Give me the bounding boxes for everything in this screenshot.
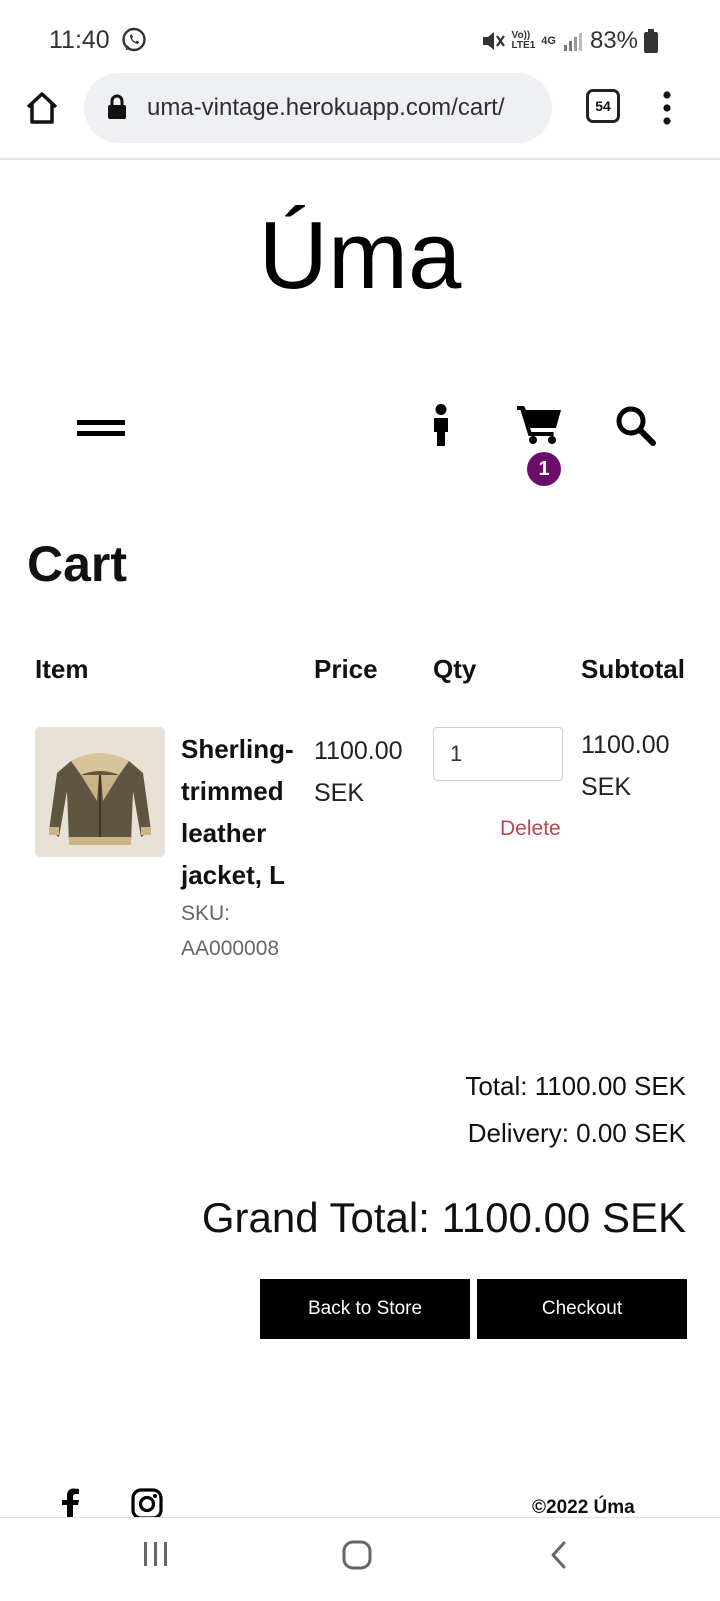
quantity-input[interactable] xyxy=(433,727,563,781)
column-header-subtotal: Subtotal xyxy=(581,654,685,684)
cart-count: 1 xyxy=(538,457,550,480)
item-price: 1100.00 SEK xyxy=(314,737,403,807)
back-to-store-button[interactable]: Back to Store xyxy=(260,1279,470,1339)
cart-delivery: Delivery: 0.00 SEK xyxy=(467,1118,686,1148)
hamburger-icon[interactable] xyxy=(77,420,125,440)
mute-icon xyxy=(482,32,505,50)
site-logo[interactable]: Úma xyxy=(0,208,720,304)
tabs-count: 54 xyxy=(595,98,611,114)
user-icon[interactable] xyxy=(430,404,452,446)
more-icon[interactable] xyxy=(662,90,672,126)
url-text[interactable]: uma-vintage.herokuapp.com/cart/ xyxy=(147,94,505,122)
sku-label: SKU: xyxy=(181,902,231,925)
lock-icon[interactable] xyxy=(106,94,128,120)
checkout-button[interactable]: Checkout xyxy=(477,1279,687,1339)
home-nav-icon[interactable] xyxy=(342,1540,372,1570)
column-header-item: Item xyxy=(35,654,89,684)
copyright-text: ©2022 Úma xyxy=(532,1497,635,1518)
status-icons: Vo)) LTE1 4G 83% xyxy=(480,26,658,56)
instagram-icon[interactable] xyxy=(131,1488,163,1520)
browser-toolbar: uma-vintage.herokuapp.com/cart/ 54 xyxy=(0,70,720,160)
cart-icon[interactable] xyxy=(517,403,563,445)
back-to-store-label: Back to Store xyxy=(307,1298,423,1319)
product-name-link[interactable]: Sherling-trimmed leather jacket, L xyxy=(181,728,306,896)
battery-icon xyxy=(644,29,658,53)
status-time: 11:40 xyxy=(49,26,110,54)
cart-total: Total: 1100.00 SEK xyxy=(465,1071,686,1101)
recents-icon[interactable] xyxy=(142,1540,170,1568)
status-bar: 11:40 Vo)) LTE1 4G 83% xyxy=(0,0,720,70)
checkout-label: Checkout xyxy=(541,1298,623,1319)
sku-value: AA000008 xyxy=(181,937,280,960)
page-title: Cart xyxy=(27,536,128,592)
tabs-button[interactable]: 54 xyxy=(586,89,620,123)
product-image[interactable] xyxy=(35,727,165,857)
jacket-image xyxy=(35,727,165,857)
signal-icon xyxy=(563,33,582,51)
search-icon[interactable] xyxy=(614,404,656,446)
delete-link[interactable]: Delete xyxy=(500,817,561,841)
cart-count-badge[interactable]: 1 xyxy=(527,452,561,486)
column-header-price: Price xyxy=(314,654,378,684)
column-header-qty: Qty xyxy=(433,654,477,684)
item-subtotal: 1100.00 SEK xyxy=(581,731,670,801)
product-sku: SKU: AA000008 xyxy=(181,896,306,966)
battery-percent: 83% xyxy=(589,27,638,54)
back-icon[interactable] xyxy=(548,1540,568,1570)
cart-grand-total: Grand Total: 1100.00 SEK xyxy=(201,1194,686,1241)
whatsapp-icon xyxy=(122,27,146,52)
home-icon[interactable] xyxy=(22,88,62,128)
4g-icon: 4G xyxy=(541,35,556,47)
volte-icon: Vo)) LTE1 xyxy=(511,30,536,51)
facebook-icon[interactable] xyxy=(58,1488,82,1518)
